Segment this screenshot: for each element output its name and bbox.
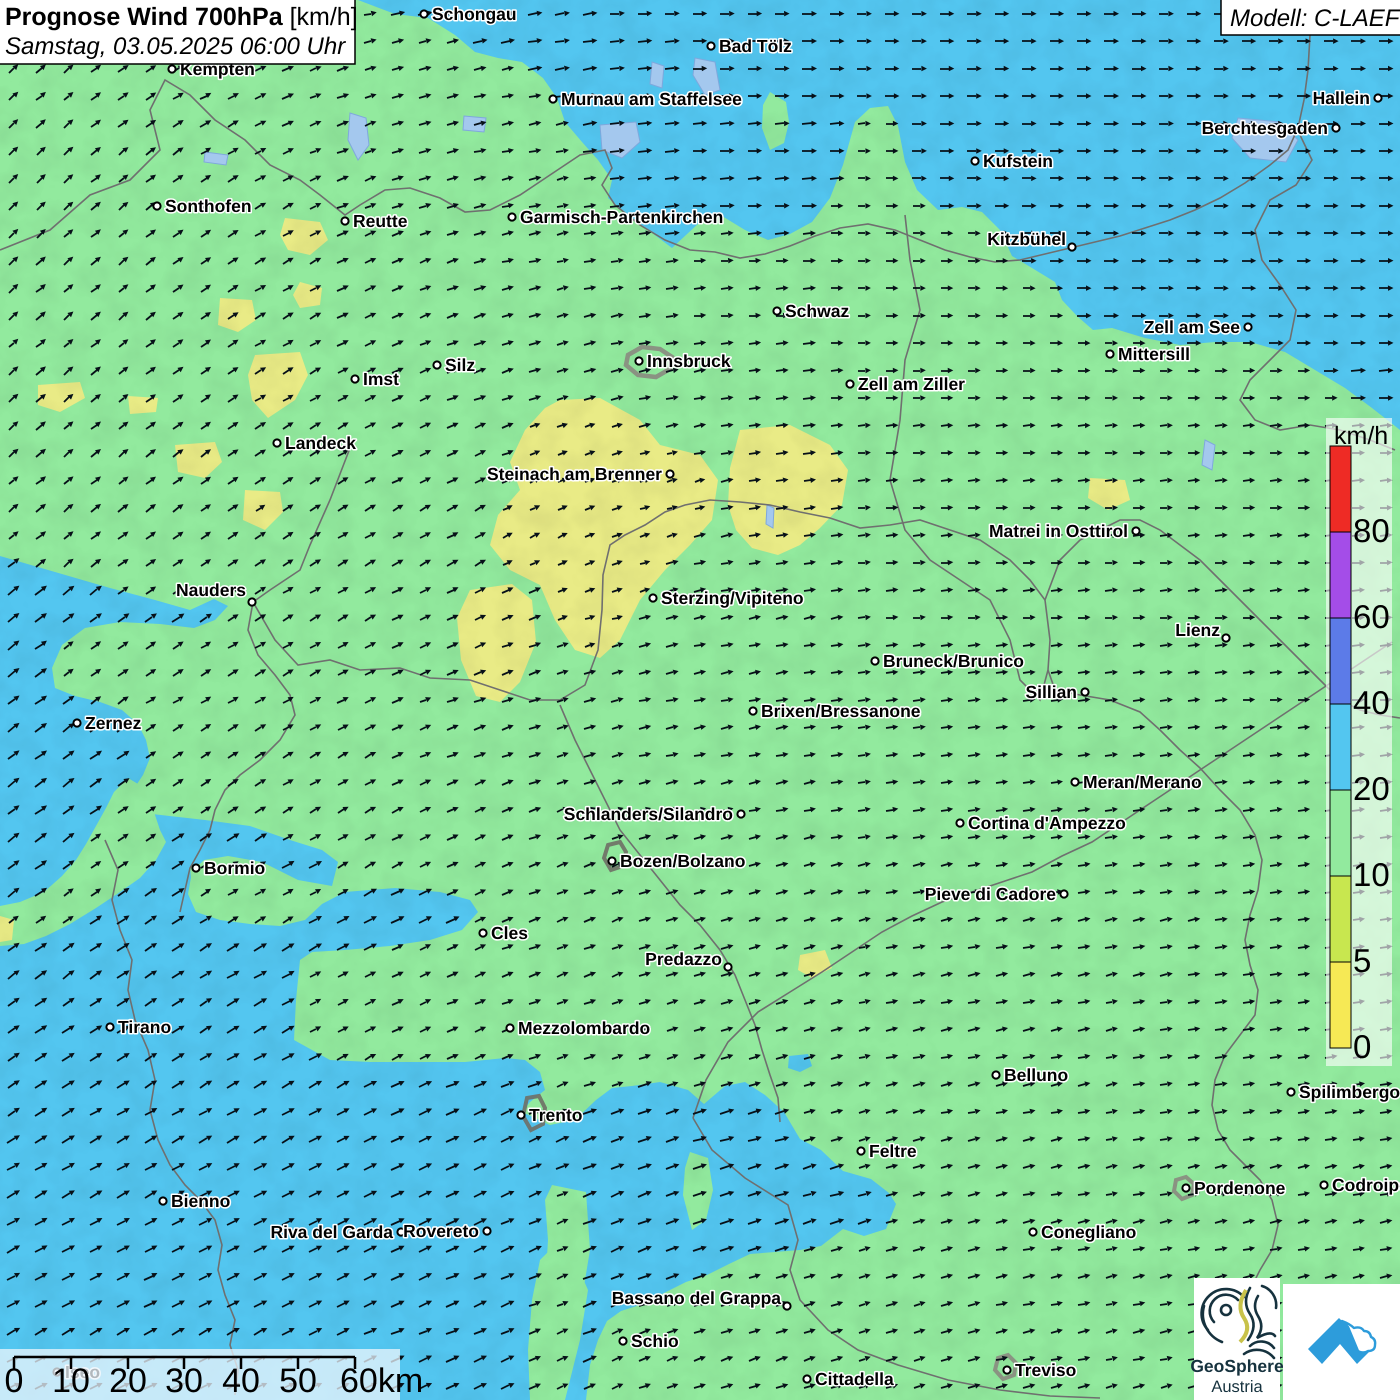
- svg-text:Zernez: Zernez: [85, 713, 142, 733]
- svg-text:Tirano: Tirano: [118, 1017, 171, 1037]
- svg-text:Innsbruck: Innsbruck: [647, 351, 731, 371]
- svg-text:Austria: Austria: [1211, 1378, 1263, 1396]
- svg-text:50: 50: [279, 1362, 317, 1400]
- svg-text:Bad Tölz: Bad Tölz: [719, 36, 792, 56]
- svg-text:Schwaz: Schwaz: [785, 301, 849, 321]
- svg-text:Meran/Merano: Meran/Merano: [1083, 772, 1202, 792]
- svg-text:Bormio: Bormio: [204, 858, 265, 878]
- svg-text:Sonthofen: Sonthofen: [165, 196, 252, 216]
- svg-text:60: 60: [1353, 598, 1390, 635]
- svg-text:Conegliano: Conegliano: [1041, 1222, 1136, 1242]
- svg-text:20: 20: [109, 1362, 147, 1400]
- svg-text:Trento: Trento: [529, 1105, 582, 1125]
- svg-text:40: 40: [1353, 684, 1390, 721]
- svg-text:Kufstein: Kufstein: [983, 151, 1053, 171]
- svg-text:Murnau am Staffelsee: Murnau am Staffelsee: [561, 89, 742, 109]
- svg-text:Hallein: Hallein: [1313, 88, 1370, 108]
- svg-text:Predazzo: Predazzo: [645, 949, 722, 969]
- svg-text:Landeck: Landeck: [285, 433, 356, 453]
- svg-text:Zell am Ziller: Zell am Ziller: [858, 374, 965, 394]
- svg-text:30: 30: [165, 1362, 203, 1400]
- svg-text:Rovereto: Rovereto: [403, 1221, 479, 1241]
- svg-text:Lienz: Lienz: [1175, 620, 1220, 640]
- svg-text:Garmisch-Partenkirchen: Garmisch-Partenkirchen: [520, 207, 723, 227]
- svg-text:80: 80: [1353, 512, 1390, 549]
- svg-text:Brixen/Bressanone: Brixen/Bressanone: [761, 701, 921, 721]
- svg-text:Mezzolombardo: Mezzolombardo: [518, 1018, 650, 1038]
- svg-text:Bozen/Bolzano: Bozen/Bolzano: [620, 851, 745, 871]
- svg-text:Schio: Schio: [631, 1331, 679, 1351]
- svg-text:Samstag, 03.05.2025 06:00 Uhr: Samstag, 03.05.2025 06:00 Uhr: [5, 33, 346, 60]
- svg-text:Sillian: Sillian: [1025, 682, 1077, 702]
- svg-text:40: 40: [222, 1362, 260, 1400]
- svg-text:Schlanders/Silandro: Schlanders/Silandro: [564, 804, 733, 824]
- svg-text:0: 0: [1353, 1028, 1371, 1065]
- svg-text:Cittadella: Cittadella: [815, 1369, 894, 1389]
- svg-text:Reutte: Reutte: [353, 211, 408, 231]
- svg-text:Riva del Garda: Riva del Garda: [270, 1222, 393, 1242]
- svg-text:Steinach am Brenner: Steinach am Brenner: [487, 464, 662, 484]
- svg-text:Pordenone: Pordenone: [1194, 1178, 1286, 1198]
- svg-text:Codroipo: Codroipo: [1332, 1175, 1400, 1195]
- svg-text:10: 10: [1353, 856, 1390, 893]
- svg-text:Prognose Wind 700hPa [km/h]: Prognose Wind 700hPa [km/h]: [5, 3, 358, 31]
- svg-text:Bassano del Grappa: Bassano del Grappa: [612, 1288, 781, 1308]
- svg-text:Pieve di Cadore: Pieve di Cadore: [925, 884, 1057, 904]
- svg-text:GeoSphere: GeoSphere: [1190, 1356, 1284, 1376]
- svg-text:Zell am See: Zell am See: [1144, 317, 1241, 337]
- svg-text:60km: 60km: [340, 1362, 423, 1400]
- svg-text:Bienno: Bienno: [171, 1191, 230, 1211]
- svg-text:10: 10: [52, 1362, 90, 1400]
- svg-text:Spilimbergo: Spilimbergo: [1299, 1082, 1400, 1102]
- svg-text:20: 20: [1353, 770, 1390, 807]
- svg-text:Schongau: Schongau: [432, 4, 517, 24]
- svg-text:Berchtesgaden: Berchtesgaden: [1202, 118, 1328, 138]
- svg-text:Feltre: Feltre: [869, 1141, 917, 1161]
- svg-text:5: 5: [1353, 942, 1371, 979]
- svg-text:Belluno: Belluno: [1004, 1065, 1068, 1085]
- svg-text:Treviso: Treviso: [1015, 1360, 1076, 1380]
- svg-text:Cles: Cles: [491, 923, 528, 943]
- svg-text:0: 0: [5, 1362, 24, 1400]
- svg-text:Cortina d'Ampezzo: Cortina d'Ampezzo: [968, 813, 1126, 833]
- svg-text:Imst: Imst: [363, 369, 399, 389]
- svg-text:Mittersill: Mittersill: [1118, 344, 1190, 364]
- svg-text:Kitzbühel: Kitzbühel: [987, 229, 1066, 249]
- svg-text:Silz: Silz: [445, 355, 475, 375]
- svg-text:Bruneck/Brunico: Bruneck/Brunico: [883, 651, 1024, 671]
- svg-text:Modell: C-LAEF: Modell: C-LAEF: [1230, 5, 1400, 32]
- svg-text:Matrei in Osttirol: Matrei in Osttirol: [989, 521, 1128, 541]
- svg-text:Sterzing/Vipiteno: Sterzing/Vipiteno: [661, 588, 804, 608]
- svg-text:Nauders: Nauders: [176, 580, 246, 600]
